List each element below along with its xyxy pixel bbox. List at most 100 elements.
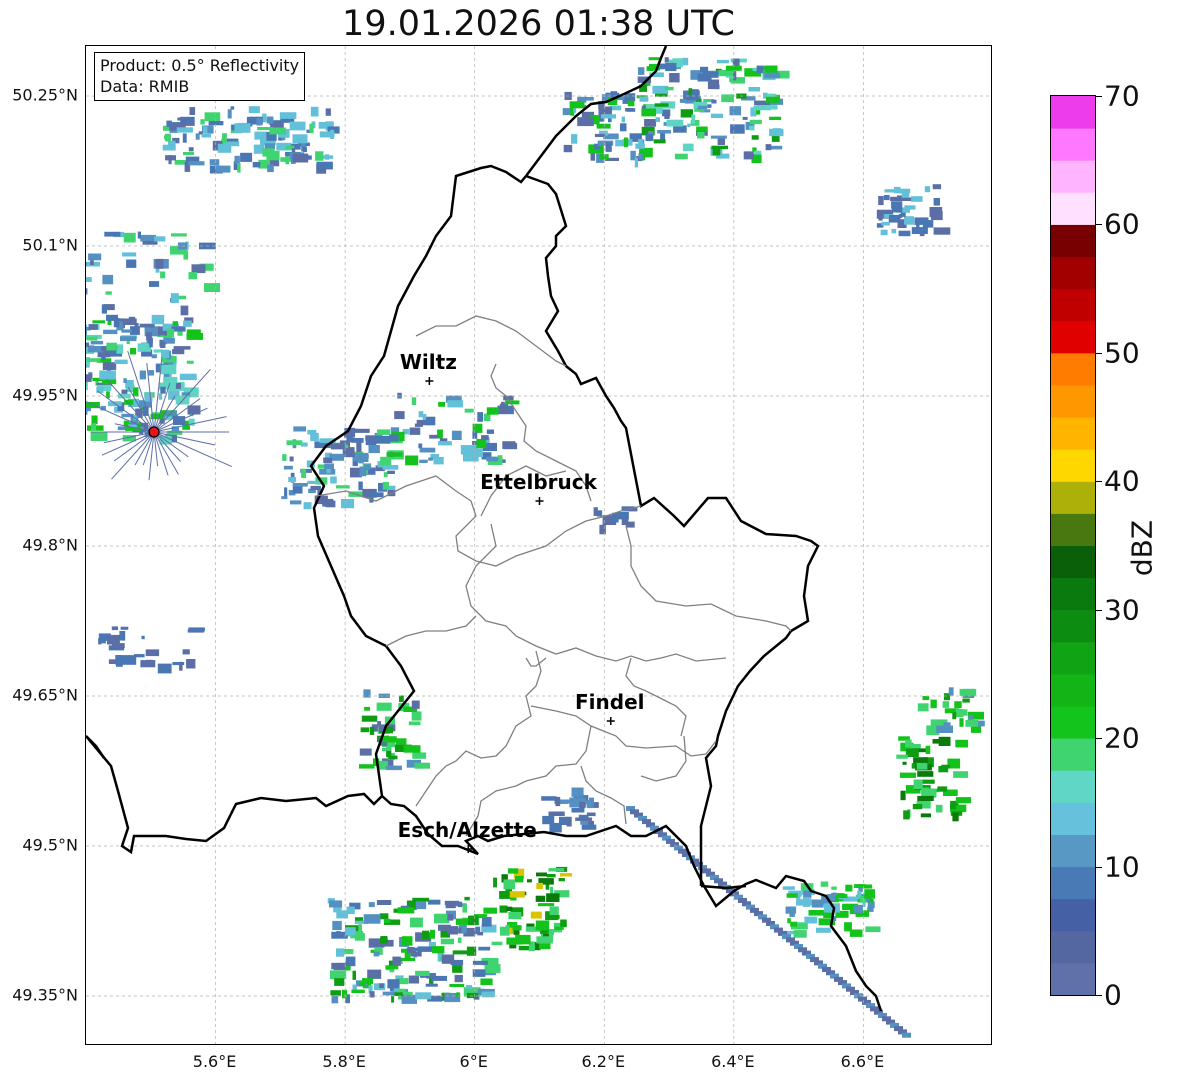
echo-cell — [571, 807, 585, 813]
echo-cell — [935, 804, 943, 813]
echo-cell — [922, 787, 930, 791]
echo-cell — [256, 118, 263, 126]
echo-cell — [336, 931, 341, 938]
lat-tick-label: 49.5°N — [22, 835, 78, 855]
echo-cell — [950, 800, 956, 810]
echo-cell — [86, 342, 90, 347]
echo-cell — [509, 891, 525, 898]
echo-cell — [234, 123, 251, 133]
echo-cell — [620, 123, 627, 132]
echo-cell — [252, 162, 261, 168]
echo-cell — [549, 906, 559, 915]
echo-cell — [407, 947, 415, 953]
echo-cell — [626, 108, 636, 112]
echo-cell — [721, 94, 734, 103]
echo-cell — [749, 125, 755, 131]
echo-cell — [480, 978, 493, 986]
echo-cell — [86, 374, 92, 382]
echo-cell — [119, 631, 126, 641]
echo-cell — [456, 992, 460, 998]
echo-cell — [816, 927, 831, 933]
echo-cell — [742, 116, 748, 120]
echo-cell — [172, 349, 185, 355]
echo-cell — [548, 868, 565, 872]
echo-cell — [751, 135, 759, 140]
echo-cell — [639, 96, 649, 102]
echo-cell — [240, 152, 253, 162]
echo-cell — [506, 906, 513, 911]
echo-cell — [160, 342, 166, 348]
echo-cell — [315, 151, 324, 161]
echo-cell — [329, 900, 343, 908]
echo-cell — [458, 927, 462, 934]
radar-map[interactable] — [85, 45, 992, 1045]
echo-cell — [163, 376, 178, 384]
echo-cell — [546, 874, 556, 878]
echo-cell — [291, 148, 296, 153]
colorbar-tick-mark — [1096, 352, 1102, 354]
echo-cell — [292, 483, 308, 487]
echo-cell — [86, 330, 87, 336]
echo-cell — [401, 994, 417, 1004]
colorbar-tick-label: 30 — [1104, 593, 1140, 627]
colorbar-tick-mark — [1096, 481, 1102, 483]
echo-cell — [621, 116, 625, 123]
echo-cell — [405, 455, 419, 466]
echo-cell — [428, 457, 433, 461]
echo-cell — [188, 272, 198, 280]
echo-cell — [414, 762, 430, 769]
echo-cell — [933, 227, 951, 235]
echo-cell — [302, 146, 307, 153]
echo-cell — [571, 134, 578, 144]
echo-cell — [468, 915, 479, 926]
echo-cell — [481, 435, 489, 441]
echo-cell — [645, 133, 654, 142]
colorbar-tick-label: 60 — [1104, 207, 1140, 241]
echo-cell — [506, 937, 522, 945]
echo-cell — [577, 117, 594, 127]
markers — [148, 377, 615, 853]
echo-cell — [385, 965, 399, 970]
echo-cell — [300, 442, 308, 447]
echo-cell — [303, 503, 312, 509]
echo-cell — [938, 736, 951, 746]
echo-cell — [765, 144, 772, 151]
echo-cell — [786, 893, 798, 898]
echo-cell — [535, 895, 546, 902]
echo-cell — [711, 99, 717, 104]
colorbar-segment — [1051, 513, 1095, 546]
echo-cell — [248, 106, 260, 114]
echo-cell — [330, 970, 347, 980]
echo-cell — [503, 443, 518, 450]
echo-cell — [536, 872, 547, 877]
echo-cell — [183, 320, 192, 327]
echo-cell — [230, 106, 235, 110]
colorbar-segment — [1051, 320, 1095, 354]
echo-cell — [599, 524, 606, 535]
echo-cell — [697, 132, 705, 139]
echo-cell — [159, 364, 177, 375]
reflectivity-echoes — [86, 57, 985, 1038]
echo-cell — [90, 340, 104, 345]
echo-cell — [697, 73, 712, 82]
colorbar-tick-mark — [1096, 609, 1102, 611]
echo-cell — [902, 761, 907, 765]
echo-cell — [92, 320, 106, 324]
echo-cell — [133, 387, 139, 397]
echo-cell — [634, 157, 638, 168]
colorbar-segment — [1051, 417, 1095, 450]
echo-cell — [797, 899, 801, 906]
echo-cell — [111, 626, 118, 631]
echo-cell — [122, 318, 137, 325]
echo-cell — [289, 121, 306, 131]
echo-cell — [234, 155, 240, 164]
colorbar-segment — [1051, 96, 1095, 129]
lon-tick-label: 6.2°E — [581, 1052, 626, 1071]
echo-cell — [409, 427, 421, 435]
echo-cell — [937, 786, 948, 792]
echo-cell — [447, 913, 454, 921]
echo-cell — [418, 411, 424, 418]
echo-cell — [644, 119, 657, 127]
echo-cell — [476, 438, 487, 449]
echo-cell — [922, 696, 930, 701]
